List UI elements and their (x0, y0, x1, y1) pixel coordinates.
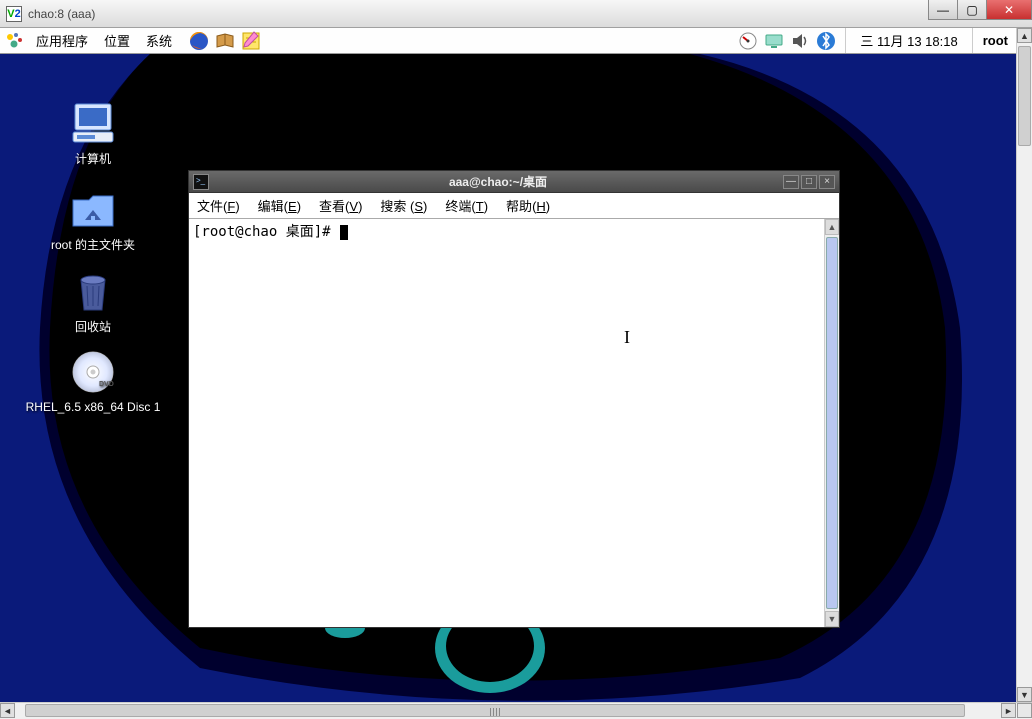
terminal-scrollbar[interactable]: ▲ ▼ (824, 219, 839, 627)
notes-icon[interactable] (240, 30, 262, 52)
gnome-panel: 应用程序 位置 系统 (0, 28, 1016, 54)
firefox-icon[interactable] (188, 30, 210, 52)
menu-applications[interactable]: 应用程序 (28, 31, 96, 50)
dvd-icon: DVD (69, 348, 117, 396)
display-icon[interactable] (763, 30, 785, 52)
scroll-corner (1017, 703, 1032, 718)
volume-icon[interactable] (789, 30, 811, 52)
scroll-down-button[interactable]: ▼ (1017, 687, 1032, 702)
desktop-icon-computer[interactable]: 计算机 (18, 100, 168, 168)
desktop-icon-trash[interactable]: 回收站 (18, 268, 168, 336)
desktop-icon-home[interactable]: root 的主文件夹 (18, 186, 168, 254)
scroll-right-button[interactable]: ► (1001, 703, 1016, 718)
terminal-window: aaa@chao:~/桌面 — □ × 文件(F) 编辑(E) 查看(V) 搜索… (188, 170, 840, 628)
linux-desktop[interactable]: 应用程序 位置 系统 (0, 28, 1016, 702)
scroll-thumb[interactable] (826, 237, 838, 609)
gnome-foot-icon (4, 31, 24, 51)
scroll-up-button[interactable]: ▲ (1017, 28, 1032, 43)
vnc-scrollbar-vertical[interactable]: ▲ ▼ (1016, 28, 1032, 702)
vnc-titlebar[interactable]: V2 chao:8 (aaa) — ▢ ✕ (0, 0, 1032, 28)
panel-user[interactable]: root (983, 33, 1008, 48)
vnc-logo-icon: V2 (6, 6, 22, 22)
terminal-icon (193, 174, 209, 190)
maximize-button[interactable]: ▢ (957, 0, 987, 20)
terminal-menu-view[interactable]: 查看(V) (319, 196, 362, 215)
svg-text:DVD: DVD (99, 381, 114, 388)
terminal-menu-search[interactable]: 搜索 (S) (380, 196, 427, 215)
terminal-content[interactable]: [root@chao 桌面]# I (189, 219, 824, 627)
desktop-icon-label: RHEL_6.5 x86_64 Disc 1 (18, 400, 168, 416)
scroll-thumb[interactable] (25, 704, 965, 717)
scroll-thumb[interactable] (1018, 46, 1031, 146)
desktop-icon-dvd[interactable]: DVD RHEL_6.5 x86_64 Disc 1 (18, 348, 168, 416)
menu-places[interactable]: 位置 (96, 31, 138, 50)
panel-clock[interactable]: 三 11月 13 18:18 (860, 31, 957, 50)
terminal-menu-help[interactable]: 帮助(H) (506, 196, 550, 215)
vnc-title: chao:8 (aaa) (28, 7, 929, 21)
home-folder-icon (69, 186, 117, 234)
trash-icon (69, 268, 117, 316)
menu-system[interactable]: 系统 (138, 31, 180, 50)
terminal-titlebar[interactable]: aaa@chao:~/桌面 — □ × (189, 171, 839, 193)
vnc-window: V2 chao:8 (aaa) — ▢ ✕ (0, 0, 1032, 719)
close-button[interactable]: ✕ (986, 0, 1032, 20)
scroll-left-button[interactable]: ◄ (0, 703, 15, 718)
terminal-menu-terminal[interactable]: 终端(T) (445, 196, 488, 215)
desktop-icon-label: 计算机 (18, 152, 168, 168)
scroll-down-button[interactable]: ▼ (825, 611, 839, 627)
vnc-window-controls: — ▢ ✕ (929, 0, 1032, 27)
desktop-icon-label: root 的主文件夹 (18, 238, 168, 254)
terminal-menu-file[interactable]: 文件(F) (197, 196, 240, 215)
panel-separator (845, 28, 846, 53)
panel-separator (972, 28, 973, 53)
terminal-prompt: [root@chao 桌面]# (193, 224, 339, 240)
computer-icon (69, 100, 117, 148)
vnc-scrollbar-horizontal[interactable]: ◄ ► (0, 702, 1032, 719)
terminal-menubar: 文件(F) 编辑(E) 查看(V) 搜索 (S) 终端(T) 帮助(H) (189, 193, 839, 219)
terminal-body: [root@chao 桌面]# I ▲ ▼ (189, 219, 839, 627)
mouse-ibeam-icon: I (624, 327, 630, 348)
text-cursor (340, 225, 348, 240)
terminal-title: aaa@chao:~/桌面 (215, 173, 781, 190)
terminal-maximize-button[interactable]: □ (801, 175, 817, 189)
vnc-viewport-wrap: 应用程序 位置 系统 (0, 28, 1032, 719)
book-icon[interactable] (214, 30, 236, 52)
terminal-menu-edit[interactable]: 编辑(E) (258, 196, 301, 215)
scroll-up-button[interactable]: ▲ (825, 219, 839, 235)
terminal-minimize-button[interactable]: — (783, 175, 799, 189)
desktop-icon-label: 回收站 (18, 320, 168, 336)
bluetooth-icon[interactable] (815, 30, 837, 52)
vnc-viewport: 应用程序 位置 系统 (0, 28, 1016, 702)
terminal-close-button[interactable]: × (819, 175, 835, 189)
gauge-icon[interactable] (737, 30, 759, 52)
minimize-button[interactable]: — (928, 0, 958, 20)
